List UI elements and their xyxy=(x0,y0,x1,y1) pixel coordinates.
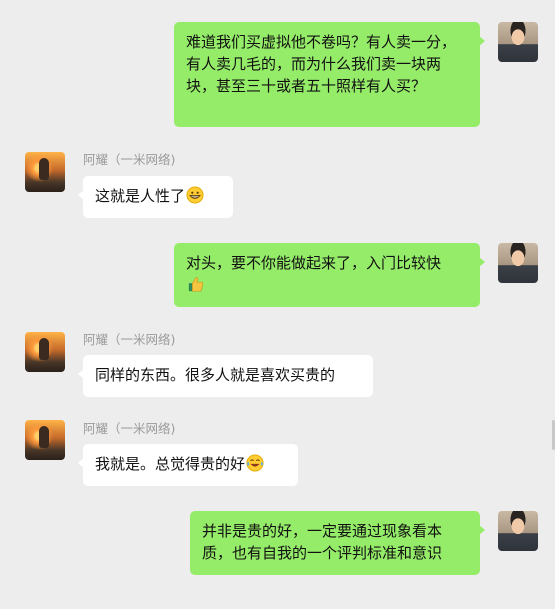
message-text: 同样的东西。很多人就是喜欢买贵的 xyxy=(95,366,336,384)
message-bubble-5[interactable]: 我就是。总觉得贵的好 xyxy=(78,444,298,486)
message-text: 我就是。总觉得贵的好 xyxy=(95,455,246,473)
message-bubble-2[interactable]: 这就是人性了 xyxy=(78,176,233,218)
message-bubble-4[interactable]: 同样的东西。很多人就是喜欢买贵的 xyxy=(78,355,373,397)
message-bubble-1[interactable]: 难道我们买虚拟他不卷吗？有人卖一分，有人卖几毛的，而为什么我们卖一块两块，甚至三… xyxy=(174,22,485,127)
sender-name: 阿耀（一米网络) xyxy=(83,332,176,347)
my-avatar[interactable] xyxy=(498,243,538,283)
hand-silhouette xyxy=(39,338,49,360)
message-text: 并非是贵的好，一定要通过现象看本质，也有自我的一个评判标准和意识 xyxy=(202,522,443,562)
hand-silhouette xyxy=(39,426,49,448)
face-with-tears-of-joy-icon xyxy=(246,454,264,472)
message-text: 对头，要不你能做起来了，入门比较快 xyxy=(186,254,442,272)
thumbs-up-icon xyxy=(188,277,204,292)
contact-avatar[interactable] xyxy=(25,332,65,372)
contact-avatar[interactable] xyxy=(25,152,65,192)
message-text: 这就是人性了 xyxy=(95,187,186,205)
my-avatar[interactable] xyxy=(498,22,538,62)
contact-avatar[interactable] xyxy=(25,420,65,460)
message-bubble-6[interactable]: 并非是贵的好，一定要通过现象看本质，也有自我的一个评判标准和意识 xyxy=(190,511,485,575)
grinning-face-icon xyxy=(186,186,204,204)
my-avatar[interactable] xyxy=(498,511,538,551)
hand-silhouette xyxy=(39,158,49,180)
sender-name: 阿耀（一米网络) xyxy=(83,152,176,167)
sender-name: 阿耀（一米网络) xyxy=(83,421,176,436)
message-bubble-3[interactable]: 对头，要不你能做起来了，入门比较快 xyxy=(174,243,485,307)
message-text: 难道我们买虚拟他不卷吗？有人卖一分，有人卖几毛的，而为什么我们卖一块两块，甚至三… xyxy=(186,33,457,95)
